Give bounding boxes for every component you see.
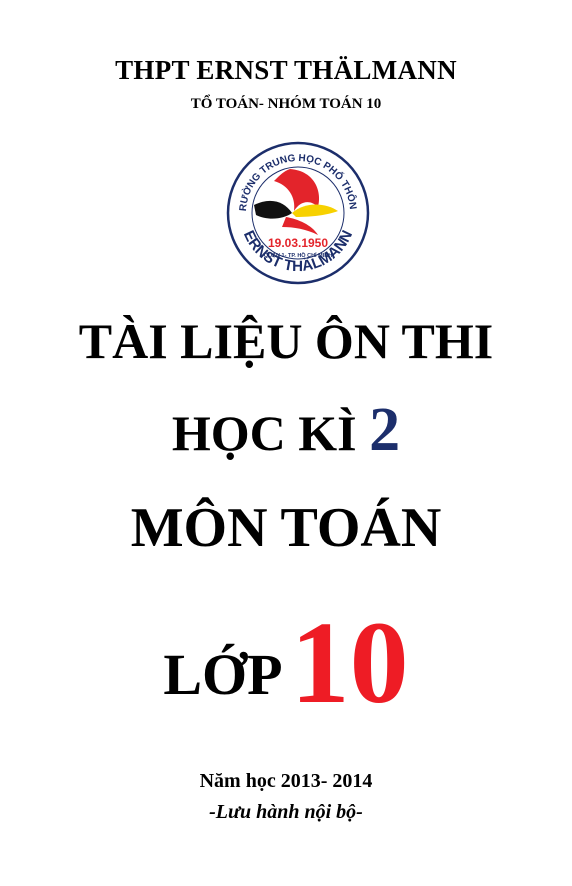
title-line-1: TÀI LIỆU ÔN THI (78, 313, 494, 369)
title-line-4-text: LỚP (163, 642, 283, 707)
department-name: TỔ TOÁN- NHÓM TOÁN 10 (190, 96, 382, 112)
logo-address: QUẬN 1- TP. HỒ CHÍ MINH (264, 251, 332, 259)
title-line-2: HỌC KÌ 2 (0, 395, 572, 466)
title-line-2-text: HỌC KÌ (171, 405, 357, 461)
title-line-4: LỚP10 (0, 595, 572, 731)
semester-number: 2 (369, 396, 401, 464)
title-line-3: MÔN TOÁN (130, 497, 442, 559)
school-year: Năm học 2013- 2014 (199, 770, 373, 792)
school-name: THPT ERNST THÄLMANN (115, 55, 457, 85)
grade-number: 10 (290, 597, 409, 728)
school-logo: TRƯỜNG TRUNG HỌC PHỔ THÔNG ERNST THÄLMAN… (226, 141, 370, 285)
cover-page: THPT ERNST THÄLMANN TỔ TOÁN- NHÓM TOÁN 1… (0, 0, 572, 886)
internal-use-note: -Lưu hành nội bộ- (209, 801, 363, 823)
logo-date: 19.03.1950 (268, 236, 328, 250)
